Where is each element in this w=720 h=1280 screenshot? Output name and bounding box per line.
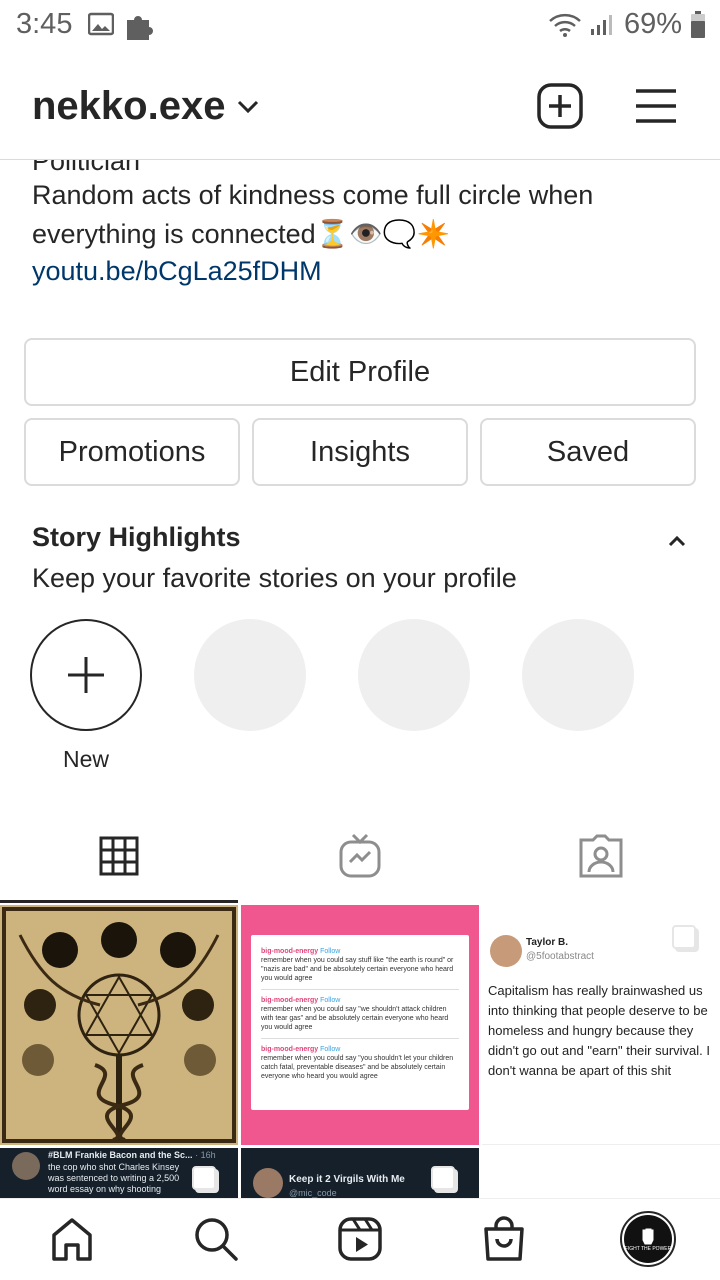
tagged-person-icon	[579, 834, 623, 878]
shopping-bag-icon	[484, 1216, 524, 1261]
tab-tagged[interactable]	[577, 832, 625, 880]
username: nekko.exe	[32, 84, 226, 128]
tumblr-row: big-mood-energy Follow remember when you…	[261, 947, 459, 983]
home-icon	[52, 1218, 92, 1261]
bio-text: Random acts of kindness come full circle…	[32, 180, 594, 249]
profile-picture: FIGHT THE POWER	[624, 1215, 672, 1263]
reels-icon	[338, 1217, 382, 1261]
highlight-placeholder	[194, 619, 306, 731]
tumblr-handle: big-mood-energy	[261, 948, 319, 955]
new-post-button[interactable]	[536, 82, 584, 130]
puzzle-icon	[127, 16, 153, 40]
search-icon	[195, 1218, 238, 1261]
nav-shop-button[interactable]	[476, 1211, 532, 1267]
new-highlight-label: New	[62, 746, 109, 772]
tweet-title: #BLM Frankie Bacon and the Sc...	[48, 1150, 193, 1160]
active-tab-indicator	[0, 900, 238, 903]
carousel-icon	[192, 1166, 216, 1190]
tweet-text: the cop who shot Charles Kinsey was sent…	[48, 1162, 180, 1196]
highlights-subtitle: Keep your favorite stories on your profi…	[32, 563, 517, 593]
highlights-title: Story Highlights	[32, 522, 241, 552]
highlight-placeholder	[522, 619, 634, 731]
signal-icon	[590, 14, 612, 35]
avatar	[490, 935, 522, 967]
tweet-title-line: #BLM Frankie Bacon and the Sc... · 16h	[48, 1150, 216, 1160]
nav-reels-button[interactable]	[332, 1211, 388, 1267]
tumblr-text: remember when you could say stuff like "…	[261, 957, 454, 982]
tweet-time: 16h	[200, 1150, 216, 1160]
insights-button[interactable]: Insights	[252, 418, 468, 486]
tab-posts-grid[interactable]	[95, 832, 143, 880]
nav-home-button[interactable]	[44, 1211, 100, 1267]
post-thumbnail-virgil-tweet[interactable]: Keep it 2 Virgils With Me @mic_code	[241, 1148, 479, 1198]
highlight-placeholder	[358, 619, 470, 731]
chevron-down-icon	[238, 100, 259, 113]
tumblr-row: big-mood-energy Follow remember when you…	[261, 996, 459, 1032]
tumblr-card: big-mood-energy Follow remember when you…	[251, 935, 469, 1110]
avatar-caption: FIGHT THE POWER	[624, 1246, 672, 1252]
tweet-author-name: Keep it 2 Virgils With Me	[289, 1174, 405, 1185]
igtv-icon	[339, 833, 381, 878]
post-thumbnail-tumblr-screenshot[interactable]: big-mood-energy Follow remember when you…	[241, 905, 479, 1145]
wifi-icon	[549, 13, 581, 37]
hamburger-menu-icon	[636, 89, 676, 123]
status-time: 3:45	[16, 8, 73, 40]
tweet-author-name: Taylor B.	[526, 937, 569, 948]
divider	[261, 989, 459, 990]
saved-button[interactable]: Saved	[480, 418, 696, 486]
plus-square-icon	[537, 83, 583, 129]
avatar	[12, 1152, 40, 1180]
gallery-icon	[88, 12, 114, 36]
follow-label: Follow	[320, 1046, 341, 1053]
tumblr-handle: big-mood-energy	[261, 997, 319, 1004]
menu-button[interactable]	[632, 82, 680, 130]
highlights-collapse-button[interactable]	[660, 524, 694, 558]
account-switcher[interactable]: nekko.exe	[32, 84, 259, 129]
tumblr-text: remember when you could say "you shouldn…	[261, 1055, 454, 1080]
nav-search-button[interactable]	[188, 1211, 244, 1267]
tumblr-text: remember when you could say "we shouldn'…	[261, 1006, 449, 1031]
status-bar: 3:45 69%	[0, 0, 720, 52]
tumblr-handle: big-mood-energy	[261, 1046, 319, 1053]
tweet-author-handle: @5footabstract	[526, 951, 594, 962]
tab-igtv[interactable]	[336, 832, 384, 880]
carousel-icon	[431, 1166, 455, 1190]
avatar	[253, 1168, 283, 1198]
profile-header: nekko.exe	[0, 52, 720, 160]
post-thumbnail-tweet[interactable]: Taylor B. @5footabstract Capitalism has …	[482, 905, 720, 1145]
promotions-button[interactable]: Promotions	[24, 418, 240, 486]
tweet-text: Capitalism has really brainwashed us int…	[488, 983, 711, 1078]
status-notification-icons	[88, 12, 154, 42]
raised-fist-icon	[642, 1228, 654, 1245]
edit-profile-button[interactable]: Edit Profile	[24, 338, 696, 406]
divider	[261, 1038, 459, 1039]
status-right: 69%	[548, 8, 706, 41]
tweet-author-handle: @mic_code	[289, 1188, 337, 1198]
nav-profile-button[interactable]: FIGHT THE POWER	[620, 1211, 676, 1267]
tumblr-row: big-mood-energy Follow remember when you…	[261, 1045, 459, 1081]
new-highlight-button[interactable]	[30, 619, 142, 731]
mystic-art-image	[0, 905, 238, 1145]
avatar: FIGHT THE POWER	[620, 1211, 676, 1267]
follow-label: Follow	[320, 948, 341, 955]
post-thumbnail-mystic-art[interactable]	[0, 905, 238, 1145]
chevron-up-icon	[668, 535, 686, 547]
post-thumbnail-partial[interactable]	[482, 1148, 720, 1198]
battery-percentage: 69%	[623, 8, 682, 40]
bottom-navigation: FIGHT THE POWER	[0, 1198, 720, 1280]
plus-icon	[68, 657, 104, 693]
carousel-icon	[672, 925, 696, 949]
bio-link[interactable]: youtu.be/bCgLa25fDHM	[32, 256, 322, 287]
battery-icon	[691, 10, 705, 38]
grid-icon	[99, 836, 139, 876]
follow-label: Follow	[320, 997, 341, 1004]
post-thumbnail-blm-tweet[interactable]: #BLM Frankie Bacon and the Sc... · 16h t…	[0, 1148, 238, 1198]
